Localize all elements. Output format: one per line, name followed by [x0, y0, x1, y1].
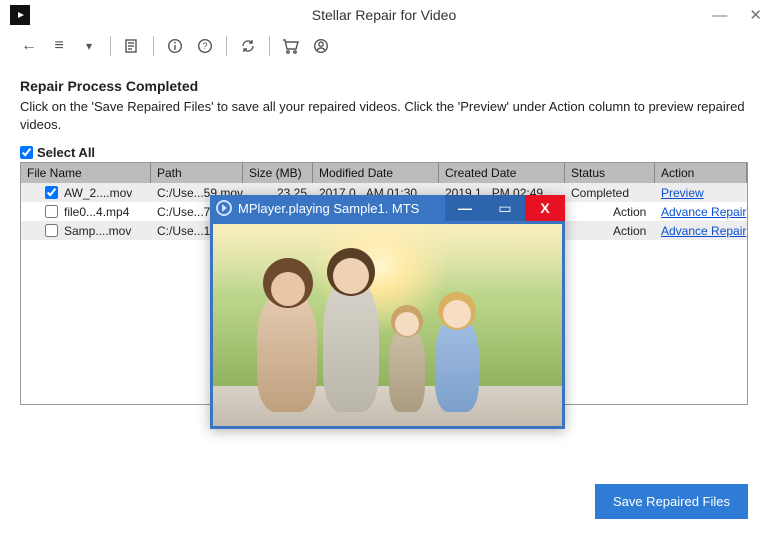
action-link[interactable]: Preview [661, 186, 704, 200]
mplayer-minimize-icon[interactable]: — [445, 195, 485, 221]
cart-icon[interactable] [280, 35, 302, 57]
window-controls: — ✕ [712, 0, 762, 30]
window-title: Stellar Repair for Video [0, 7, 768, 23]
col-size[interactable]: Size (MB) [243, 163, 313, 183]
select-all-checkbox[interactable] [20, 146, 33, 159]
page-title: Repair Process Completed [20, 78, 748, 94]
col-action[interactable]: Action [655, 163, 747, 183]
help-icon[interactable]: ? [194, 35, 216, 57]
menu-icon[interactable]: ≡ [48, 35, 70, 57]
toolbar-separator [226, 36, 227, 56]
mplayer-titlebar[interactable]: MPlayer.playing Sample1. MTS — ▭ X [210, 195, 565, 221]
table-header: File Name Path Size (MB) Modified Date C… [21, 163, 747, 183]
col-modified[interactable]: Modified Date [313, 163, 439, 183]
action-link[interactable]: Advance Repair [661, 205, 746, 219]
minimize-icon[interactable]: — [712, 7, 727, 24]
cell-status: Action [565, 223, 655, 239]
action-link[interactable]: Advance Repair [661, 224, 746, 238]
svg-text:?: ? [202, 41, 207, 51]
mplayer-icon [216, 200, 232, 216]
row-checkbox[interactable] [45, 224, 58, 237]
cell-file: AW_2....mov [64, 186, 132, 200]
app-icon [10, 5, 30, 25]
titlebar: Stellar Repair for Video — ✕ [0, 0, 768, 30]
toolbar-separator [269, 36, 270, 56]
info-icon[interactable] [164, 35, 186, 57]
mplayer-close-button[interactable]: X [525, 195, 565, 221]
refresh-icon[interactable] [237, 35, 259, 57]
select-all[interactable]: Select All [20, 145, 748, 160]
cell-status: Action [565, 204, 655, 220]
cell-file: file0...4.mp4 [64, 205, 129, 219]
mplayer-body [210, 221, 565, 429]
col-path[interactable]: Path [151, 163, 243, 183]
toolbar-separator [153, 36, 154, 56]
col-created[interactable]: Created Date [439, 163, 565, 183]
notes-icon[interactable] [121, 35, 143, 57]
mplayer-title: MPlayer.playing Sample1. MTS [238, 201, 419, 216]
save-repaired-files-button[interactable]: Save Repaired Files [595, 484, 748, 519]
back-icon[interactable]: ← [18, 35, 40, 57]
cell-status: Completed [565, 185, 655, 201]
page-description: Click on the 'Save Repaired Files' to sa… [20, 98, 748, 133]
toolbar-separator [110, 36, 111, 56]
mplayer-window[interactable]: MPlayer.playing Sample1. MTS — ▭ X [210, 195, 565, 429]
mplayer-maximize-icon[interactable]: ▭ [485, 195, 525, 221]
row-checkbox[interactable] [45, 186, 58, 199]
toolbar: ← ≡ ▾ ? [0, 30, 768, 62]
col-file[interactable]: File Name [21, 163, 151, 183]
mplayer-controls: — ▭ X [445, 195, 565, 221]
dropdown-icon[interactable]: ▾ [78, 35, 100, 57]
close-icon[interactable]: ✕ [749, 6, 762, 24]
select-all-label: Select All [37, 145, 95, 160]
col-status[interactable]: Status [565, 163, 655, 183]
video-preview [213, 224, 562, 426]
row-checkbox[interactable] [45, 205, 58, 218]
cell-file: Samp....mov [64, 224, 131, 238]
user-icon[interactable] [310, 35, 332, 57]
